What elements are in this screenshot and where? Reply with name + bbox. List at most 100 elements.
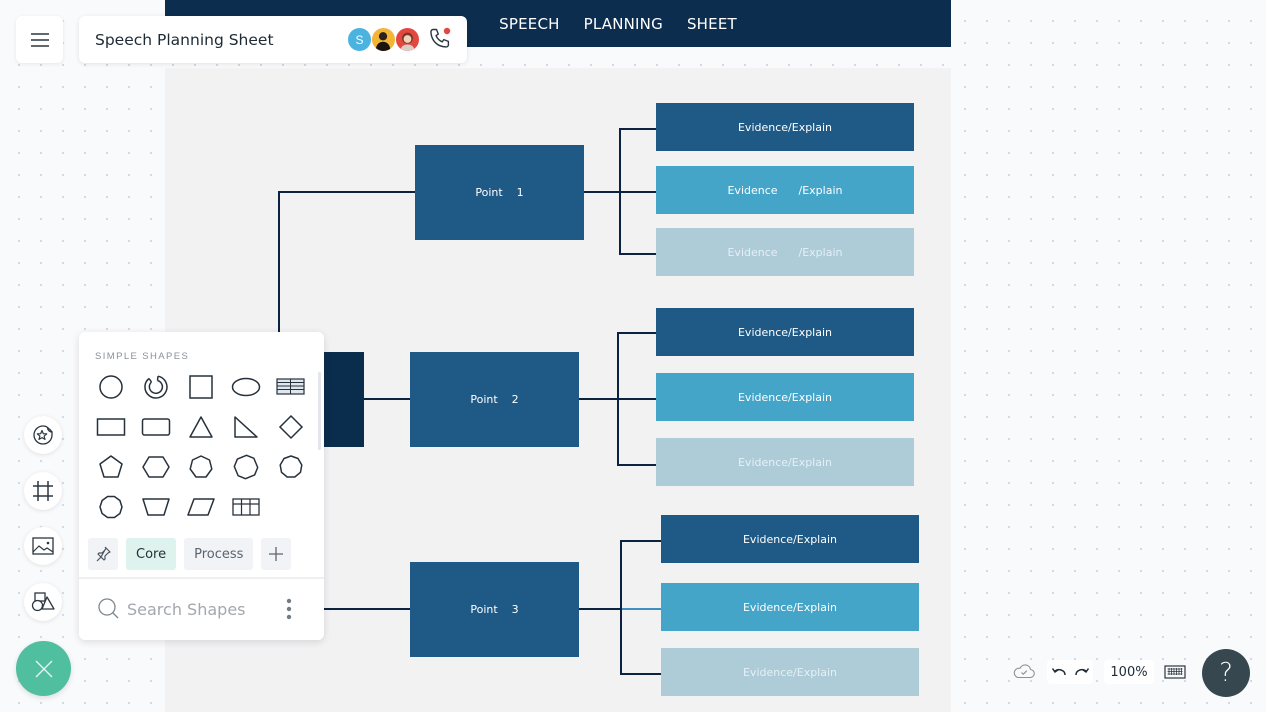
search-shapes-input[interactable] xyxy=(127,599,277,619)
document-title-bar: Speech Planning Sheet S xyxy=(79,16,467,63)
avatar[interactable] xyxy=(371,27,396,52)
octagon-icon xyxy=(233,454,259,480)
shapes-icon xyxy=(31,592,55,612)
donut-icon xyxy=(144,375,168,399)
shape-square[interactable] xyxy=(181,369,221,405)
shape-pentagon[interactable] xyxy=(91,449,131,485)
pentagon-icon xyxy=(99,455,123,478)
evidence-node[interactable]: Evidence/Explain xyxy=(661,648,919,696)
main-menu-button[interactable] xyxy=(16,16,63,63)
close-toolbar-button[interactable] xyxy=(16,641,71,696)
pin-library-button[interactable] xyxy=(88,538,118,570)
save-status-button[interactable] xyxy=(1013,663,1035,684)
close-icon xyxy=(35,660,52,677)
keyboard-shortcuts-button[interactable] xyxy=(1164,665,1186,684)
triangle-icon xyxy=(189,416,213,438)
call-indicator-dot xyxy=(443,27,451,35)
zoom-level[interactable]: 100% xyxy=(1104,660,1154,684)
shapes-panel: SIMPLE SHAPES Core Process Search Shapes xyxy=(79,332,324,640)
header-word: PLANNING xyxy=(583,14,663,33)
evidence-node[interactable]: Evidence/Explain xyxy=(656,103,914,151)
phone-icon xyxy=(430,27,451,48)
shape-heptagon[interactable] xyxy=(181,449,221,485)
panel-divider xyxy=(79,577,324,579)
evidence-node[interactable]: Evidence /Explain xyxy=(656,166,914,214)
star-sticker-icon xyxy=(33,425,53,445)
shape-trapezoid[interactable] xyxy=(136,489,176,525)
more-options-icon[interactable] xyxy=(286,598,292,620)
add-library-button[interactable] xyxy=(261,538,292,570)
tab-process[interactable]: Process xyxy=(184,538,254,570)
collaborator-avatars: S xyxy=(347,27,420,52)
parallelogram-icon xyxy=(187,498,215,516)
shape-search xyxy=(97,594,312,624)
shape-table-lines[interactable] xyxy=(271,369,311,405)
undo-redo-group xyxy=(1047,660,1093,684)
shape-donut[interactable] xyxy=(136,369,176,405)
point-node-3[interactable]: Point 3 xyxy=(410,562,579,657)
shapes-tool-button[interactable] xyxy=(24,583,62,621)
shape-rounded-rectangle[interactable] xyxy=(136,409,176,445)
table-grid-icon xyxy=(232,498,260,516)
shape-ellipse[interactable] xyxy=(226,369,266,405)
shape-library-tabs: Core Process xyxy=(88,538,292,570)
image-icon xyxy=(32,537,54,555)
evidence-node[interactable]: Evidence/Explain xyxy=(656,373,914,421)
cloud-saved-icon xyxy=(1013,664,1035,679)
shape-hexagon[interactable] xyxy=(136,449,176,485)
circle-icon xyxy=(99,375,123,399)
shape-diamond[interactable] xyxy=(271,409,311,445)
hamburger-menu-icon xyxy=(30,32,49,47)
redo-icon[interactable] xyxy=(1074,665,1090,679)
right-triangle-icon xyxy=(234,416,258,438)
header-word: SHEET xyxy=(686,14,737,33)
rectangle-icon xyxy=(96,418,126,436)
shape-right-triangle[interactable] xyxy=(226,409,266,445)
tab-core[interactable]: Core xyxy=(126,538,177,570)
call-button[interactable] xyxy=(427,26,453,52)
diamond-icon xyxy=(278,414,304,440)
person-photo-icon xyxy=(400,32,415,51)
person-photo-icon xyxy=(375,32,391,51)
panel-heading: SIMPLE SHAPES xyxy=(95,351,190,362)
nonagon-icon xyxy=(279,455,303,478)
hexagon-icon xyxy=(142,456,170,478)
image-tool-button[interactable] xyxy=(24,527,62,565)
shape-nonagon[interactable] xyxy=(271,449,311,485)
point-node-1[interactable]: Point 1 xyxy=(415,145,584,240)
avatar[interactable]: S xyxy=(347,27,372,52)
avatar-initial: S xyxy=(355,32,364,47)
help-button[interactable]: ? xyxy=(1202,649,1250,697)
shape-parallelogram[interactable] xyxy=(181,489,221,525)
heptagon-icon xyxy=(189,455,213,478)
plus-icon xyxy=(269,547,284,561)
frame-tool-button[interactable] xyxy=(24,472,62,510)
document-title[interactable]: Speech Planning Sheet xyxy=(95,31,274,49)
header-word: SPEECH xyxy=(499,14,560,33)
rounded-rectangle-icon xyxy=(141,418,171,436)
shape-circle[interactable] xyxy=(91,369,131,405)
table-icon xyxy=(276,378,305,395)
evidence-node[interactable]: Evidence/Explain xyxy=(661,515,919,563)
evidence-node[interactable]: Evidence/Explain xyxy=(656,308,914,356)
point-node-2[interactable]: Point 2 xyxy=(410,352,579,447)
keyboard-icon xyxy=(1164,665,1186,679)
pin-icon xyxy=(96,546,111,562)
decagon-icon xyxy=(99,495,123,519)
panel-scrollbar[interactable] xyxy=(318,372,321,450)
shape-table-grid[interactable] xyxy=(226,489,266,525)
shape-triangle[interactable] xyxy=(181,409,221,445)
evidence-node[interactable]: Evidence/Explain xyxy=(661,583,919,631)
evidence-node[interactable]: Evidence /Explain xyxy=(656,228,914,276)
square-icon xyxy=(189,375,213,399)
shape-decagon[interactable] xyxy=(91,489,131,525)
trapezoid-icon xyxy=(142,498,170,516)
frame-icon xyxy=(33,481,53,501)
shape-rectangle[interactable] xyxy=(91,409,131,445)
shape-octagon[interactable] xyxy=(226,449,266,485)
evidence-node[interactable]: Evidence/Explain xyxy=(656,438,914,486)
search-icon xyxy=(98,598,119,619)
undo-icon[interactable] xyxy=(1051,665,1067,679)
sticker-tool-button[interactable] xyxy=(24,416,62,454)
avatar[interactable] xyxy=(395,27,420,52)
